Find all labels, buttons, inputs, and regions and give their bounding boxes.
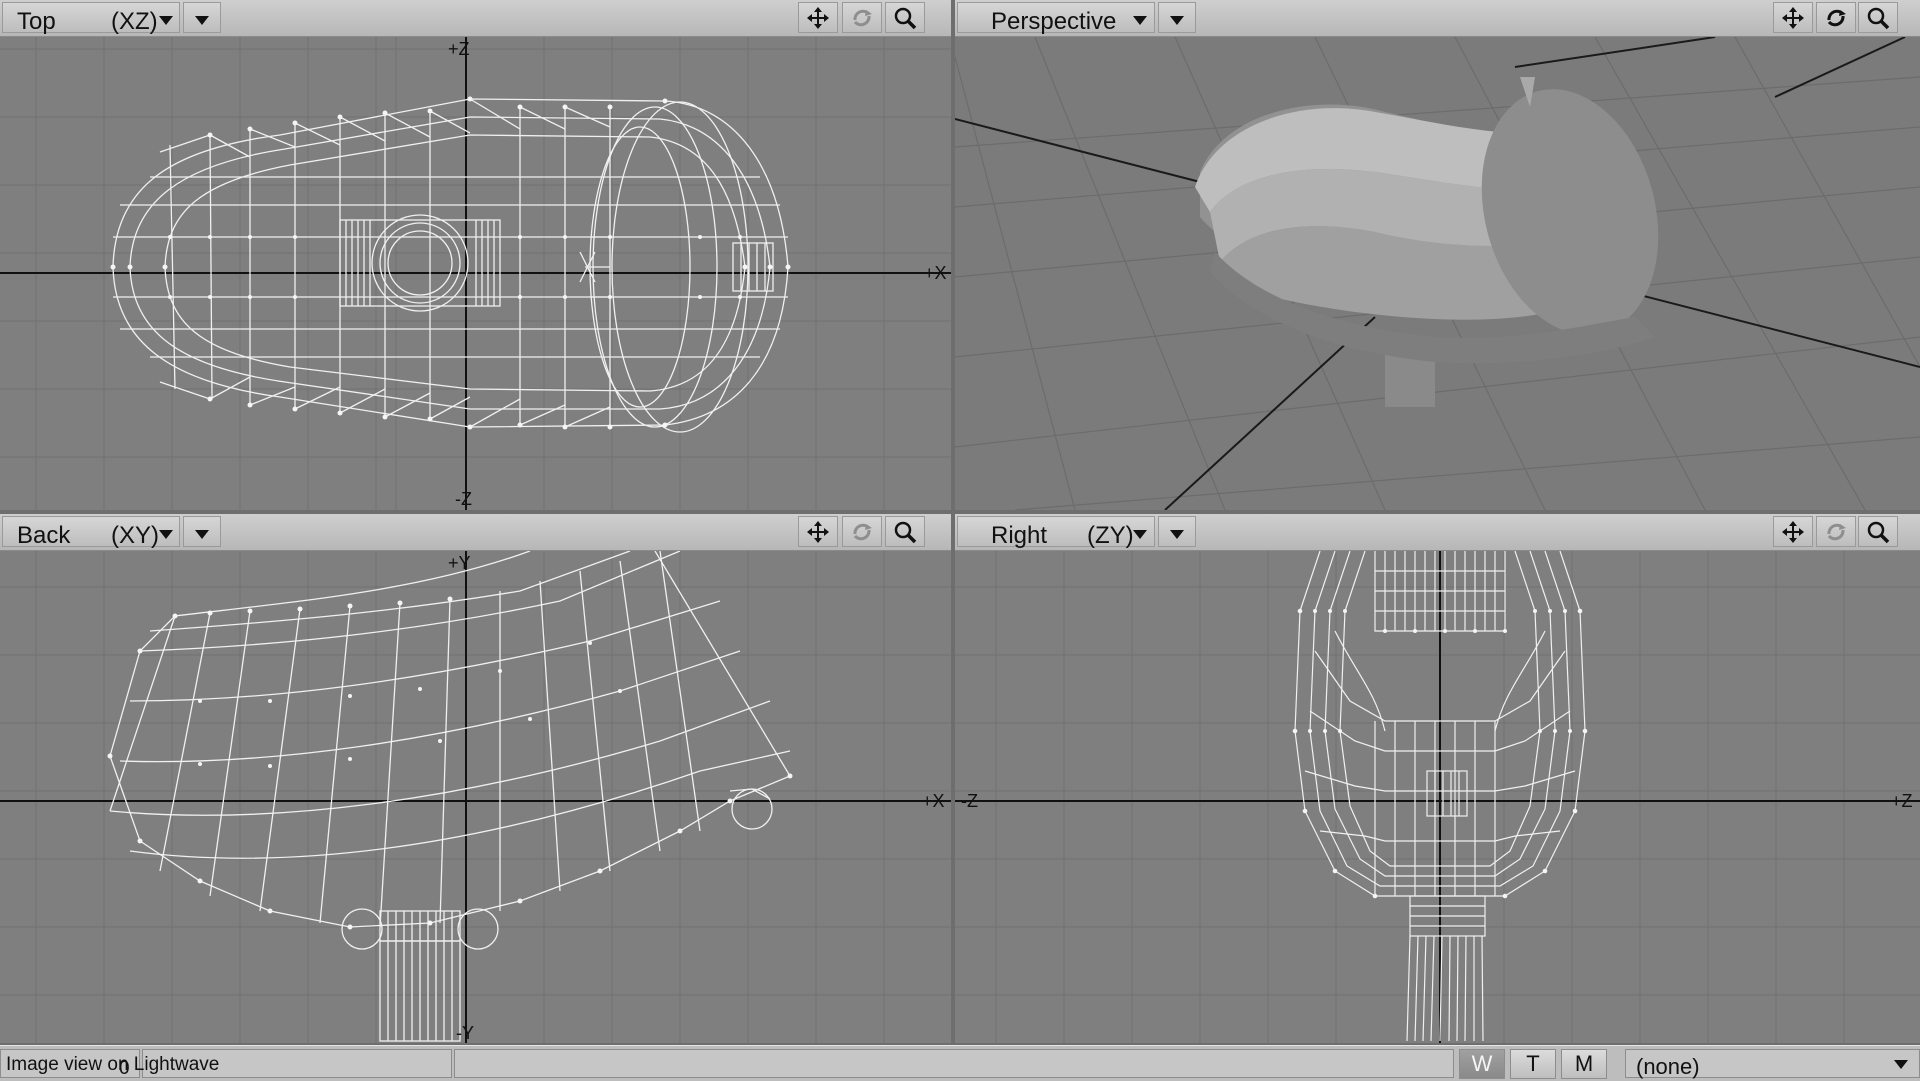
view-name-label: Right bbox=[991, 522, 1048, 549]
mode-button-w[interactable]: W bbox=[1459, 1049, 1505, 1079]
dropdown-arrow-icon bbox=[195, 16, 209, 25]
status-message: Image view on Lightwave bbox=[6, 1054, 220, 1075]
axis-label: +Z bbox=[1891, 791, 1913, 811]
axis-label: -Z bbox=[961, 791, 978, 811]
perspective-view-canvas[interactable] bbox=[955, 37, 1920, 510]
move-icon bbox=[1782, 521, 1804, 543]
rotate-view-button bbox=[842, 2, 882, 33]
dropdown-arrow-icon bbox=[1170, 16, 1184, 25]
zoom-view-button[interactable] bbox=[1858, 516, 1898, 547]
viewport-back[interactable]: Back (XY) +Y +X -Y bbox=[0, 514, 951, 1043]
zoom-icon bbox=[894, 7, 917, 30]
viewport-right-toolbar: Right (ZY) bbox=[955, 514, 1920, 551]
zoom-icon bbox=[894, 521, 917, 544]
axis-label: +X bbox=[922, 791, 945, 811]
rotate-view-button[interactable] bbox=[1816, 2, 1856, 33]
viewport-top[interactable]: Top (XZ) +Z +X -Z bbox=[0, 0, 951, 510]
move-view-button[interactable] bbox=[798, 516, 838, 547]
render-mode-dropdown[interactable] bbox=[183, 516, 221, 547]
viewport-perspective-toolbar: Perspective bbox=[955, 0, 1920, 37]
status-bar: 0 Image view on Lightwave W T M (none) bbox=[0, 1045, 1920, 1081]
viewport-right[interactable]: Right (ZY) -Z +Z bbox=[955, 514, 1920, 1043]
move-icon bbox=[1782, 7, 1804, 29]
view-type-selector[interactable]: Perspective bbox=[957, 2, 1155, 35]
viewport-back-toolbar: Back (XY) bbox=[0, 514, 951, 551]
mode-button-t[interactable]: T bbox=[1510, 1049, 1556, 1079]
zoom-icon bbox=[1867, 7, 1890, 30]
mode-button-m[interactable]: M bbox=[1561, 1049, 1607, 1079]
move-view-button[interactable] bbox=[1773, 516, 1813, 547]
axis-label: +Y bbox=[448, 553, 471, 573]
render-mode-dropdown[interactable] bbox=[183, 2, 221, 33]
surface-selector[interactable]: (none) bbox=[1625, 1049, 1920, 1079]
dropdown-arrow-icon bbox=[1133, 16, 1147, 25]
rotate-view-button bbox=[1816, 516, 1856, 547]
zoom-view-button[interactable] bbox=[885, 2, 925, 33]
view-type-selector[interactable]: Right (ZY) bbox=[957, 516, 1155, 549]
view-name-label: Perspective bbox=[991, 8, 1117, 35]
info-field bbox=[454, 1049, 1454, 1078]
render-mode-dropdown[interactable] bbox=[1158, 516, 1196, 547]
dropdown-arrow-icon bbox=[159, 16, 173, 25]
axis-label: -Z bbox=[455, 489, 472, 509]
axis-label: -Y bbox=[456, 1023, 474, 1043]
rotate-icon bbox=[1827, 9, 1846, 27]
rotate-icon bbox=[853, 9, 872, 27]
view-type-selector[interactable]: Back (XY) bbox=[2, 516, 180, 549]
dropdown-arrow-icon bbox=[195, 530, 209, 539]
zoom-view-button[interactable] bbox=[885, 516, 925, 547]
dropdown-arrow-icon bbox=[1170, 530, 1184, 539]
dropdown-arrow-icon bbox=[159, 530, 173, 539]
zoom-icon bbox=[1867, 521, 1890, 544]
view-name-label: Back bbox=[17, 522, 71, 549]
axis-label: +X bbox=[924, 263, 947, 283]
dropdown-arrow-icon bbox=[1133, 530, 1147, 539]
viewport-perspective[interactable]: Perspective bbox=[955, 0, 1920, 510]
rotate-icon bbox=[1827, 523, 1846, 541]
move-icon bbox=[807, 521, 829, 543]
axis-label: +Z bbox=[448, 39, 470, 59]
move-view-button[interactable] bbox=[798, 2, 838, 33]
view-name-label: Top bbox=[17, 8, 56, 35]
view-axes-label: (ZY) bbox=[1087, 522, 1134, 549]
zoom-view-button[interactable] bbox=[1858, 2, 1898, 33]
right-view-canvas[interactable]: -Z +Z bbox=[955, 551, 1920, 1043]
move-view-button[interactable] bbox=[1773, 2, 1813, 33]
dropdown-arrow-icon bbox=[1894, 1060, 1908, 1069]
surface-selector-value: (none) bbox=[1636, 1054, 1700, 1079]
rotate-icon bbox=[853, 523, 872, 541]
view-axes-label: (XY) bbox=[111, 522, 159, 549]
render-mode-dropdown[interactable] bbox=[1158, 2, 1196, 33]
view-type-selector[interactable]: Top (XZ) bbox=[2, 2, 180, 35]
viewport-top-toolbar: Top (XZ) bbox=[0, 0, 951, 37]
back-view-canvas[interactable]: +Y +X -Y bbox=[0, 551, 951, 1043]
rotate-view-button bbox=[842, 516, 882, 547]
top-view-canvas[interactable]: +Z +X -Z bbox=[0, 37, 951, 510]
view-axes-label: (XZ) bbox=[111, 8, 158, 35]
move-icon bbox=[807, 7, 829, 29]
